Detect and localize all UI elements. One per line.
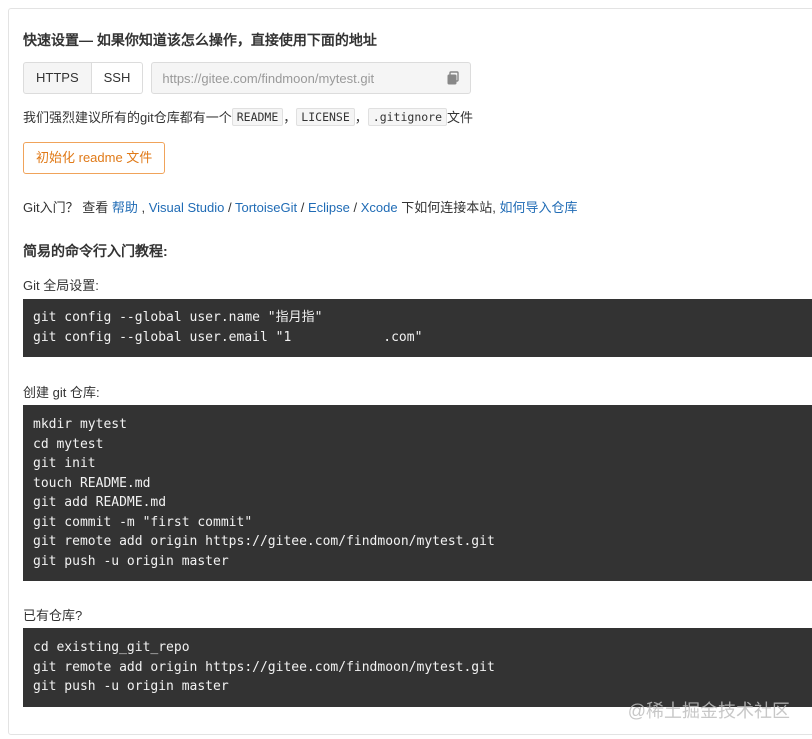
license-file-tag: LICENSE: [296, 107, 355, 126]
visual-studio-link[interactable]: Visual Studio: [149, 200, 225, 215]
xcode-link[interactable]: Xcode: [361, 200, 398, 215]
suggestion-separator: ，: [354, 110, 368, 125]
gitignore-file-tag: .gitignore: [367, 107, 448, 126]
help-link[interactable]: 帮助: [112, 200, 138, 215]
code-line: git remote add origin https://gitee.com/…: [33, 534, 495, 549]
existing-repo-code: cd existing_git_repo git remote add orig…: [23, 628, 812, 707]
code-line: cd existing_git_repo: [33, 640, 190, 655]
import-repo-link[interactable]: 如何导入仓库: [499, 200, 577, 215]
redacted-email: [291, 329, 384, 345]
help-line: Git入门？ 查看 帮助 , Visual Studio / TortoiseG…: [23, 197, 577, 216]
eclipse-link[interactable]: Eclipse: [308, 200, 350, 215]
clone-bar: HTTPS SSH https://gitee.com/findmoon/myt…: [23, 62, 472, 94]
link-separator: ,: [137, 200, 149, 215]
repo-setup-panel: 快速设置— 如果你知道该怎么操作，直接使用下面的地址 HTTPS SSH htt…: [8, 8, 812, 735]
quick-setup-heading: 快速设置— 如果你知道该怎么操作，直接使用下面的地址: [23, 32, 377, 48]
global-settings-label: Git 全局设置:: [23, 278, 99, 293]
repo-url-text[interactable]: https://gitee.com/findmoon/mytest.git: [162, 71, 446, 86]
code-line: git config --global user.name "指月指": [33, 310, 323, 325]
code-line: git push -u origin master: [33, 553, 229, 569]
watermark: @稀土掘金技术社区: [628, 697, 790, 723]
suggestion-separator: ，: [283, 110, 297, 125]
code-line: git push -u origin master: [33, 679, 229, 694]
https-button[interactable]: HTTPS: [23, 62, 92, 94]
link-separator: /: [349, 200, 361, 215]
create-repo-code: mkdir mytest cd mytest git init touch RE…: [23, 405, 812, 581]
tutorial-title: 简易的命令行入门教程:: [23, 243, 168, 259]
help-prefix: Git入门？ 查看: [23, 200, 112, 215]
create-repo-label: 创建 git 仓库:: [23, 385, 100, 400]
repo-url-field[interactable]: https://gitee.com/findmoon/mytest.git: [151, 62, 472, 94]
existing-repo-label: 已有仓库?: [23, 608, 83, 623]
code-line: mkdir mytest: [33, 417, 127, 432]
email-prefix: git config --global user.email "1: [33, 329, 292, 345]
global-settings-code: git config --global user.name "指月指" git …: [23, 299, 812, 357]
link-separator: /: [224, 200, 235, 215]
suggestion-prefix: 我们强烈建议所有的git仓库都有一个: [23, 110, 232, 125]
help-middle: 下如何连接本站,: [397, 200, 500, 215]
ssh-button[interactable]: SSH: [91, 62, 144, 94]
code-line: cd mytest: [33, 436, 104, 452]
suggestion-text: 我们强烈建议所有的git仓库都有一个 README ， LICENSE ， .g…: [23, 107, 473, 126]
copy-icon[interactable]: [446, 71, 460, 85]
code-line: git commit -m "first commit": [33, 514, 253, 530]
init-readme-button[interactable]: 初始化 readme 文件: [23, 142, 166, 174]
watermark-text: @稀土掘金技术社区: [627, 701, 790, 721]
code-line: git config --global user.email "1 .com": [33, 328, 812, 348]
code-line: git add README.md: [33, 495, 167, 510]
link-separator: /: [297, 200, 308, 215]
code-line: touch README.md: [33, 475, 151, 491]
code-line: git remote add origin https://gitee.com/…: [33, 659, 495, 675]
readme-file-tag: README: [231, 107, 284, 126]
code-line: git init: [33, 456, 96, 471]
tortoisegit-link[interactable]: TortoiseGit: [235, 200, 297, 215]
suggestion-suffix: 文件: [447, 110, 474, 125]
email-suffix: .com": [383, 329, 423, 345]
